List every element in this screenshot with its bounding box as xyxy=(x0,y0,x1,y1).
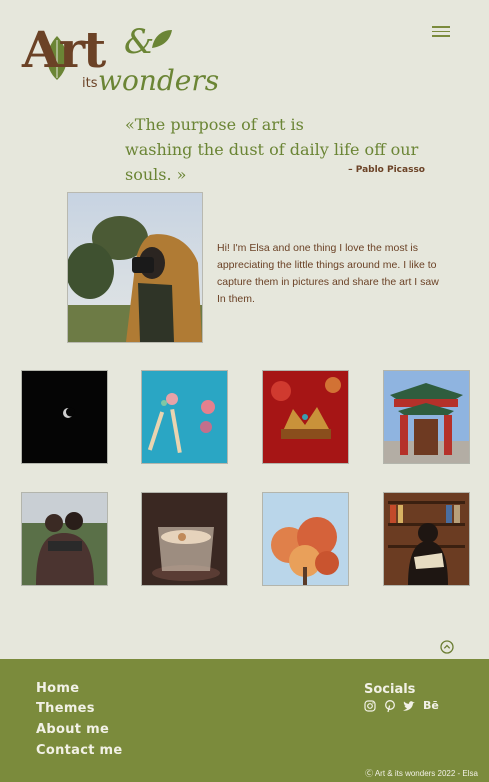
footer-link-about[interactable]: About me xyxy=(36,722,109,737)
gallery-item-coffee[interactable] xyxy=(141,492,228,586)
gallery-item-earrings[interactable] xyxy=(141,370,228,464)
quote-author: – Pablo Picasso xyxy=(348,165,425,175)
socials-title: Socials xyxy=(364,682,416,697)
gallery-item-gate[interactable] xyxy=(383,370,470,464)
profile-photo xyxy=(66,192,203,343)
pinterest-icon[interactable] xyxy=(383,699,397,713)
site-logo[interactable]: Art & its wonders xyxy=(20,20,219,101)
footer-link-themes[interactable]: Themes xyxy=(36,701,95,716)
gallery-item-crown[interactable] xyxy=(262,370,349,464)
twitter-icon[interactable] xyxy=(402,699,416,713)
gallery-item-moon[interactable] xyxy=(21,370,108,464)
copyright: Ⓒ Art & its wonders 2022 - Elsa xyxy=(365,769,478,778)
intro-text: Hi! I'm Elsa and one thing I love the mo… xyxy=(217,242,439,305)
logo-art-text: Art xyxy=(22,20,106,79)
footer-link-contact[interactable]: Contact me xyxy=(36,743,123,758)
gallery-item-library[interactable] xyxy=(383,492,470,586)
leaf-small-icon xyxy=(152,30,172,48)
logo-its-text: its xyxy=(82,76,98,91)
logo-wonders-text: wonders xyxy=(98,64,220,97)
footer: Home Themes About me Contact me Socials … xyxy=(0,659,489,782)
instagram-icon[interactable] xyxy=(363,699,377,713)
quote-line-1: «The purpose of art is xyxy=(125,115,304,134)
quote: «The purpose of art is washing the dust … xyxy=(125,112,425,187)
quote-line-2: washing the dust of daily life off our s… xyxy=(125,140,419,184)
behance-icon[interactable]: Bē xyxy=(423,699,443,713)
gallery-item-friends[interactable] xyxy=(21,492,108,586)
gallery-item-autumn-tree[interactable] xyxy=(262,492,349,586)
chevron-up-circle-icon[interactable] xyxy=(440,640,454,654)
hamburger-menu-icon[interactable] xyxy=(432,26,450,40)
footer-link-home[interactable]: Home xyxy=(36,681,79,696)
